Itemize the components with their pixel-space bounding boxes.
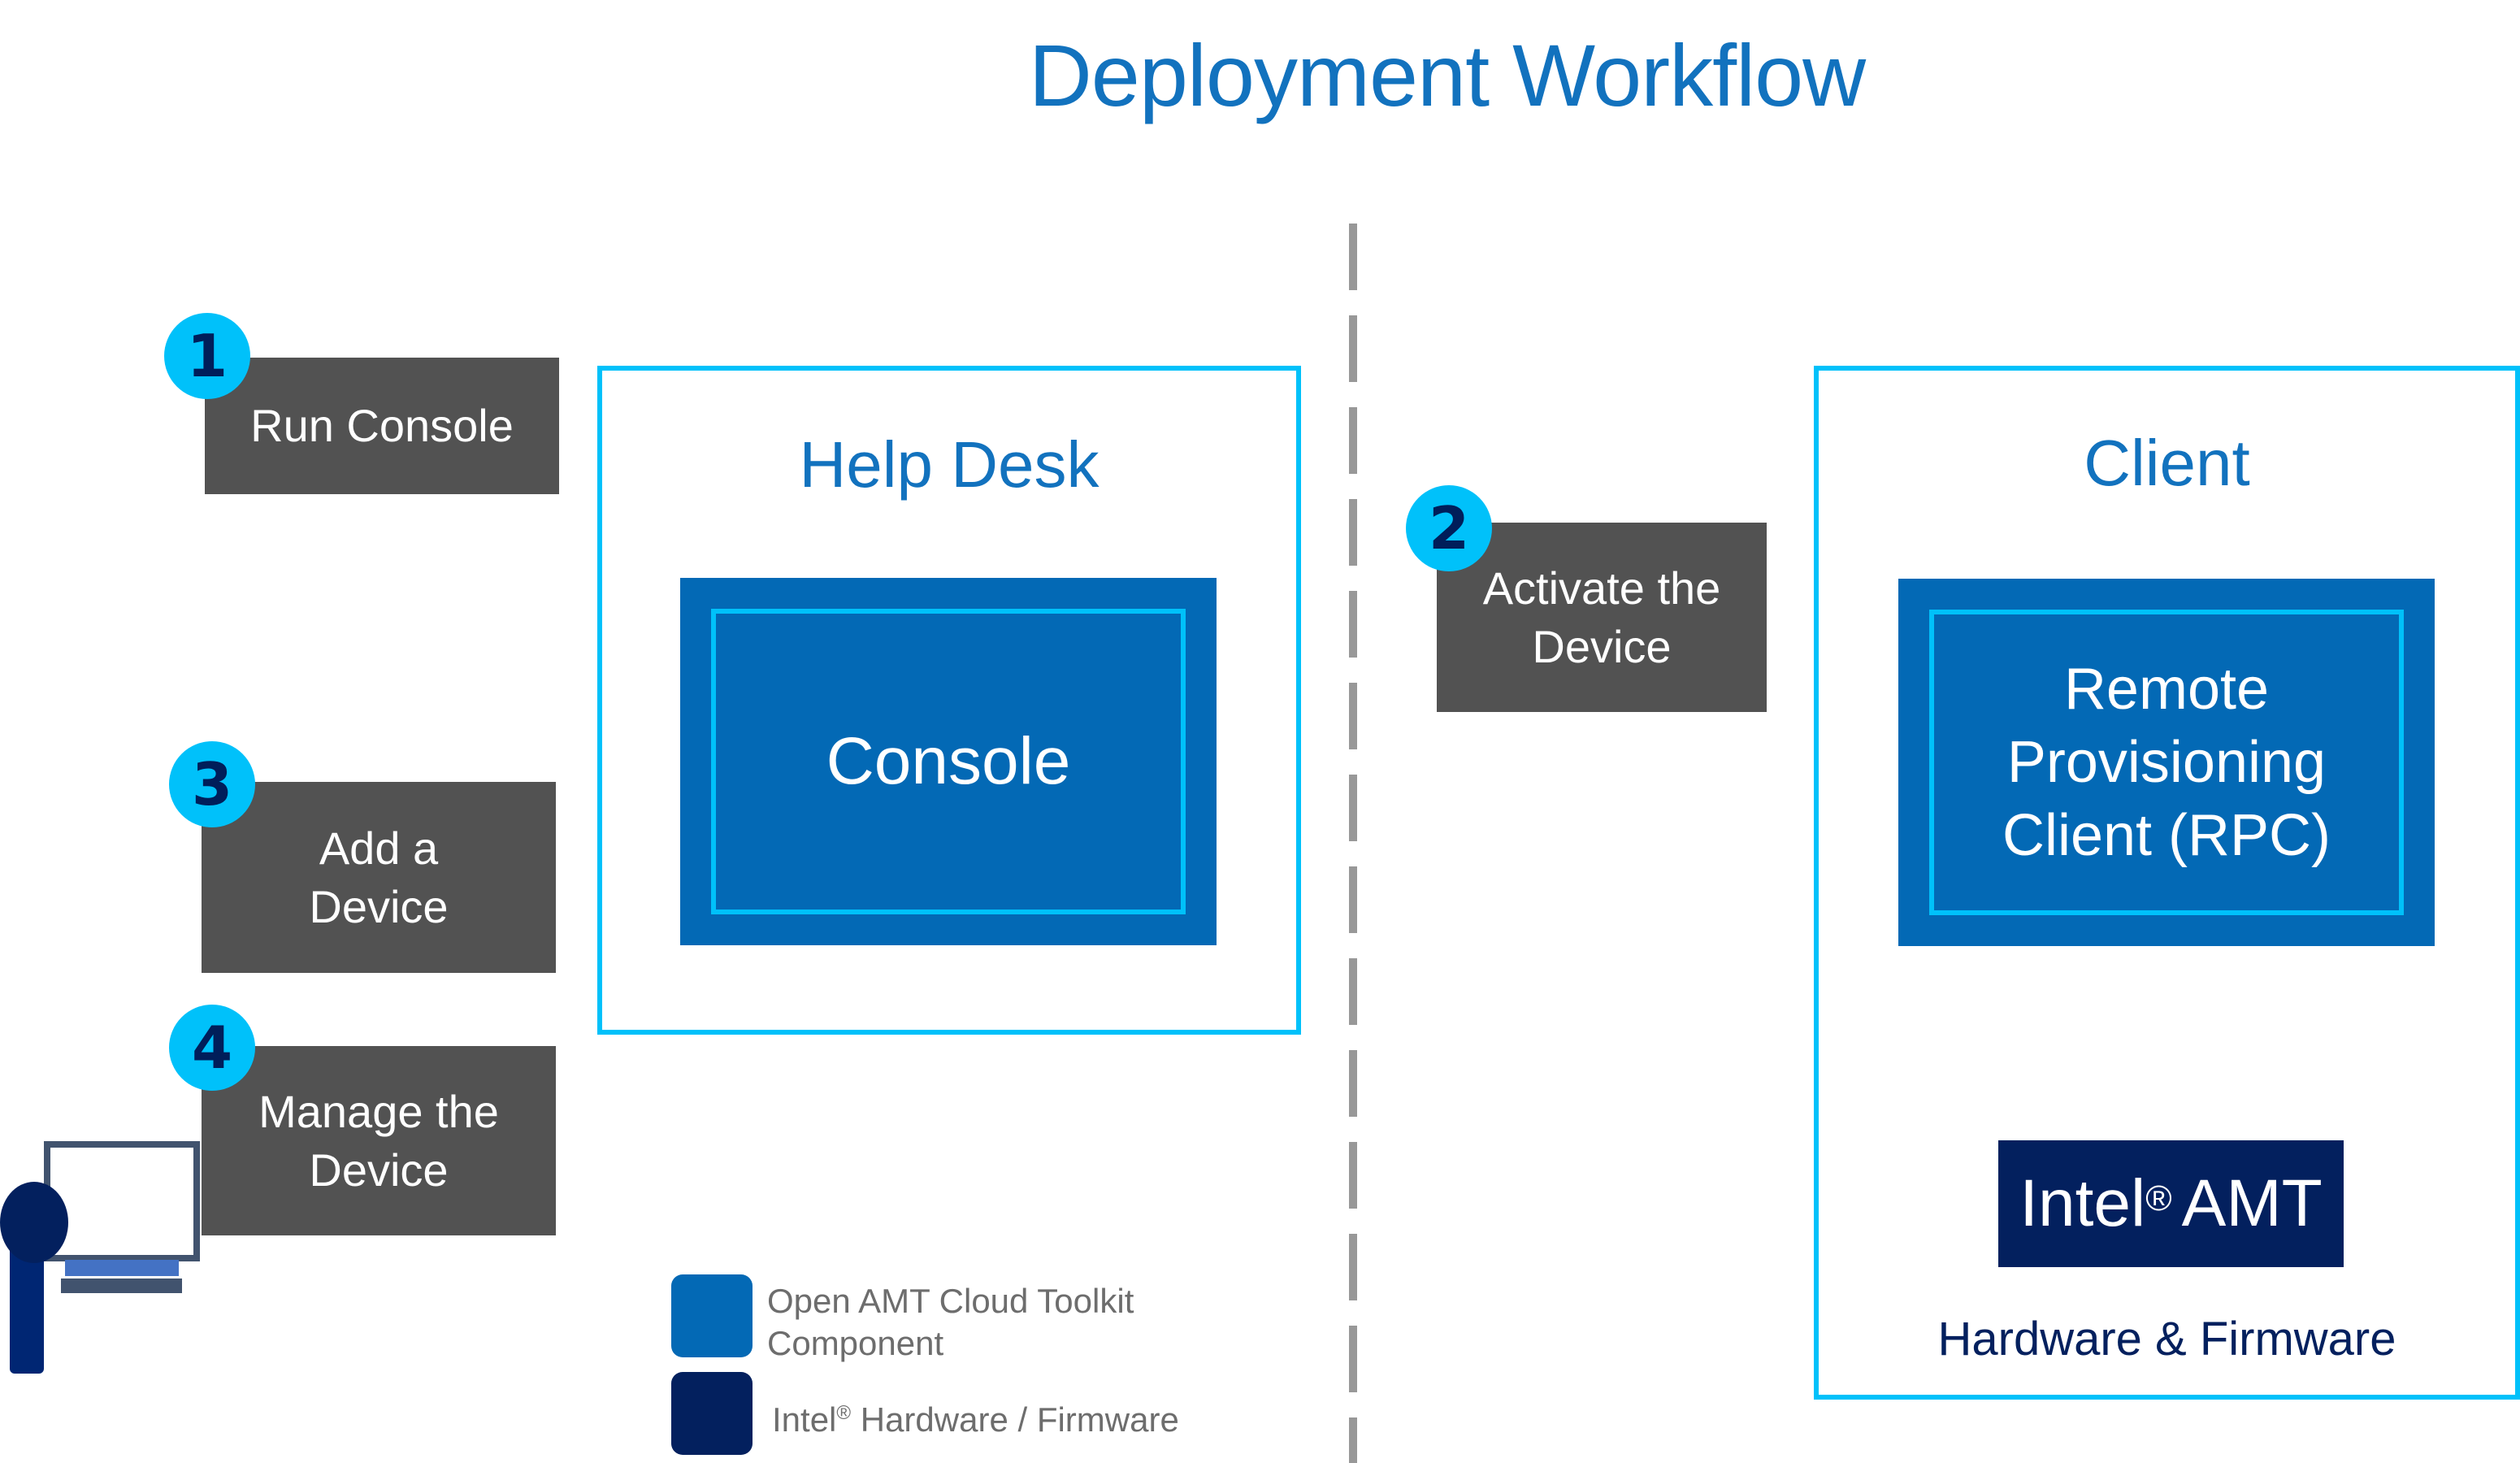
component-rpc-inner: Remote Provisioning Client (RPC) bbox=[1929, 610, 2404, 915]
legend-label-component-line-1: Open AMT Cloud Toolkit bbox=[767, 1282, 1134, 1320]
step-2-line-2: Device bbox=[1532, 620, 1672, 672]
component-rpc-line-1: Remote bbox=[2063, 657, 2270, 722]
legend-hardware-prefix: Intel bbox=[772, 1400, 837, 1439]
zone-help-desk: Help Desk Console bbox=[597, 366, 1301, 1035]
legend-registered-mark: ® bbox=[836, 1402, 852, 1424]
step-badge-3: 3 bbox=[169, 741, 255, 827]
step-1-label: Run Console bbox=[250, 400, 514, 451]
step-run-console: Run Console bbox=[205, 358, 559, 494]
legend-label-hardware: Intel® Hardware / Firmware bbox=[772, 1392, 1179, 1441]
zone-title-help-desk: Help Desk bbox=[799, 428, 1100, 501]
component-rpc-line-3: Client (RPC) bbox=[2002, 803, 2331, 868]
zone-client: Client Remote Provisioning Client (RPC) … bbox=[1814, 366, 2520, 1400]
component-rpc: Remote Provisioning Client (RPC) bbox=[1898, 579, 2435, 946]
step-4-line-2: Device bbox=[309, 1144, 449, 1196]
component-rpc-line-2: Provisioning bbox=[2006, 730, 2327, 795]
intel-amt-block: Intel ® AMT bbox=[1998, 1140, 2344, 1267]
zone-divider bbox=[1349, 224, 1357, 1463]
legend-swatch-component bbox=[671, 1274, 753, 1357]
intel-amt-name: Intel bbox=[2019, 1166, 2146, 1240]
step-add-device: Add a Device bbox=[202, 782, 556, 973]
step-4-line-1: Manage the bbox=[258, 1085, 499, 1137]
diagram-title-text: Deployment Workflow bbox=[1028, 26, 1866, 124]
user-at-computer-icon bbox=[0, 1138, 284, 1414]
step-2-line-1: Activate the bbox=[1482, 562, 1721, 614]
zone-title-client: Client bbox=[2084, 427, 2250, 499]
step-activate-device: Activate the Device bbox=[1437, 523, 1767, 712]
hardware-firmware-caption: Hardware & Firmware bbox=[1937, 1313, 2396, 1365]
step-3-line-1: Add a bbox=[319, 822, 439, 874]
component-console: Console bbox=[680, 578, 1217, 945]
user-at-computer-graphic bbox=[0, 1141, 200, 1374]
legend-label-component-line-2: Component bbox=[767, 1324, 944, 1362]
step-badge-4: 4 bbox=[169, 1005, 255, 1091]
component-console-label: Console bbox=[826, 724, 1071, 798]
registered-mark: ® bbox=[2145, 1179, 2172, 1218]
intel-amt-product: AMT bbox=[2181, 1166, 2323, 1240]
component-console-inner: Console bbox=[711, 609, 1186, 914]
step-badge-2: 2 bbox=[1406, 485, 1492, 571]
legend-label-component: Open AMT Cloud Toolkit Component bbox=[767, 1280, 1134, 1365]
legend-swatch-hardware bbox=[671, 1372, 753, 1455]
diagram-title: Deployment Workflow bbox=[0, 24, 2520, 126]
legend: Open AMT Cloud Toolkit Component Intel® … bbox=[671, 1272, 1240, 1463]
step-badge-1: 1 bbox=[164, 313, 250, 399]
legend-hardware-suffix: Hardware / Firmware bbox=[851, 1400, 1179, 1439]
step-3-line-2: Device bbox=[309, 880, 449, 932]
